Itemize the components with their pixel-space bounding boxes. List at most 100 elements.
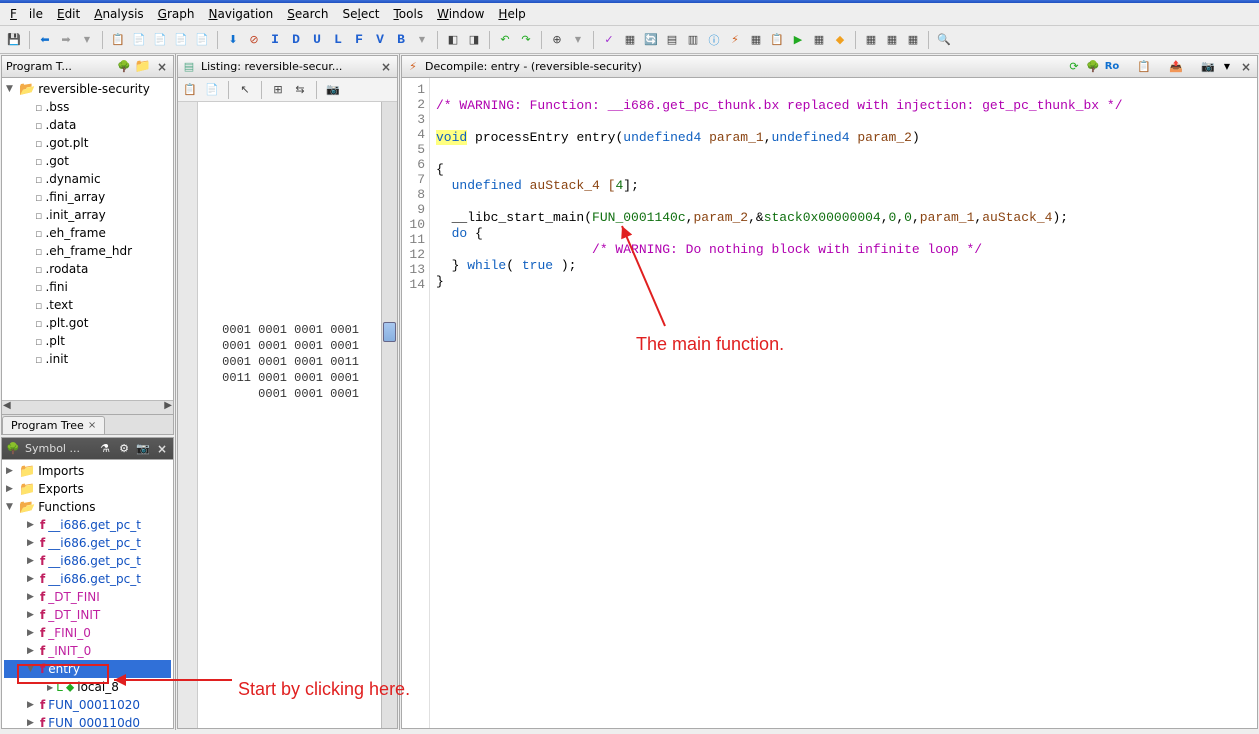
menu-analysis[interactable]: Analysis bbox=[88, 5, 149, 23]
function-node[interactable]: ▶f__i686.get_pc_t bbox=[4, 534, 171, 552]
functions-node[interactable]: ▼📂Functions bbox=[4, 498, 171, 516]
dropdown-icon[interactable]: ▼ bbox=[77, 30, 97, 50]
function-node[interactable]: ▶f__i686.get_pc_t bbox=[4, 516, 171, 534]
wand-icon[interactable]: ✓ bbox=[599, 30, 619, 50]
tool-icon[interactable]: 📋 bbox=[767, 30, 787, 50]
copy-icon[interactable]: 📋 bbox=[1137, 60, 1151, 74]
refresh-icon[interactable]: 🔄 bbox=[641, 30, 661, 50]
type-f-button[interactable]: F bbox=[349, 30, 369, 50]
function-node[interactable]: ▶fFUN_00011020 bbox=[4, 696, 171, 714]
export-icon[interactable]: 📤 bbox=[1169, 60, 1183, 74]
dropdown-icon[interactable]: ▼ bbox=[1220, 60, 1234, 74]
function-node[interactable]: ▶f_DT_INIT bbox=[4, 606, 171, 624]
tree-root[interactable]: ▼📂reversible-security bbox=[4, 80, 171, 98]
close-icon[interactable]: × bbox=[88, 420, 96, 431]
tool-icon[interactable]: ▦ bbox=[620, 30, 640, 50]
diff-icon[interactable]: ⇆ bbox=[290, 80, 310, 100]
close-icon[interactable]: × bbox=[155, 442, 169, 456]
refresh-icon[interactable]: ⟳ bbox=[1067, 60, 1081, 74]
tool-icon[interactable]: ⓘ bbox=[704, 30, 724, 50]
function-node[interactable]: ▶fFUN_000110d0 bbox=[4, 714, 171, 728]
folder-icon[interactable]: 📁 bbox=[136, 60, 150, 74]
tree-section[interactable]: ▫.got bbox=[4, 152, 171, 170]
function-node[interactable]: ▶f__i686.get_pc_t bbox=[4, 570, 171, 588]
menu-help[interactable]: Help bbox=[492, 5, 531, 23]
tool-icon[interactable]: ▥ bbox=[683, 30, 703, 50]
tool-icon[interactable]: 📄 bbox=[150, 30, 170, 50]
scrollbar[interactable] bbox=[2, 400, 173, 414]
play-icon[interactable]: ▶ bbox=[788, 30, 808, 50]
tree-section[interactable]: ▫.bss bbox=[4, 98, 171, 116]
tool-icon[interactable]: ⚡ bbox=[725, 30, 745, 50]
type-d-button[interactable]: D bbox=[286, 30, 306, 50]
tree-section[interactable]: ▫.fini bbox=[4, 278, 171, 296]
dropdown-icon[interactable]: ▼ bbox=[412, 30, 432, 50]
field-icon[interactable]: ⊞ bbox=[268, 80, 288, 100]
tool-icon[interactable]: ⊕ bbox=[547, 30, 567, 50]
tool-icon[interactable]: ◧ bbox=[443, 30, 463, 50]
tool-icon[interactable]: ▦ bbox=[882, 30, 902, 50]
config-icon[interactable]: ⚙ bbox=[117, 442, 131, 456]
tree-section[interactable]: ▫.dynamic bbox=[4, 170, 171, 188]
menu-edit[interactable]: Edit bbox=[51, 5, 86, 23]
paste-icon[interactable]: 📄 bbox=[202, 80, 222, 100]
ro-icon[interactable]: Ro bbox=[1105, 60, 1119, 74]
tree-section[interactable]: ▫.eh_frame bbox=[4, 224, 171, 242]
menu-navigation[interactable]: Navigation bbox=[203, 5, 280, 23]
tree-section[interactable]: ▫.init_array bbox=[4, 206, 171, 224]
scrollbar[interactable] bbox=[381, 102, 397, 728]
tool-icon[interactable]: ▤ bbox=[662, 30, 682, 50]
type-l-button[interactable]: L bbox=[328, 30, 348, 50]
tool-icon[interactable]: ▦ bbox=[746, 30, 766, 50]
diamond-icon[interactable]: ◆ bbox=[830, 30, 850, 50]
decompile-view[interactable]: 1234567891011121314 /* WARNING: Function… bbox=[402, 78, 1257, 728]
function-node[interactable]: ▶f_FINI_0 bbox=[4, 624, 171, 642]
menu-window[interactable]: Window bbox=[431, 5, 490, 23]
menu-tools[interactable]: Tools bbox=[388, 5, 430, 23]
tree-section[interactable]: ▫.text bbox=[4, 296, 171, 314]
listing-content[interactable]: 0001 0001 0001 0001 0001 0001 0001 0001 … bbox=[198, 102, 381, 728]
snapshot-icon[interactable]: 📷 bbox=[1201, 60, 1215, 74]
tool-icon[interactable]: ▦ bbox=[903, 30, 923, 50]
close-icon[interactable]: × bbox=[155, 60, 169, 74]
tool-icon[interactable]: 📋 bbox=[108, 30, 128, 50]
filter-icon[interactable]: ⚗ bbox=[98, 442, 112, 456]
stop-icon[interactable]: ⊘ bbox=[244, 30, 264, 50]
menu-file[interactable]: File bbox=[4, 5, 49, 23]
fwd-icon[interactable]: ➡ bbox=[56, 30, 76, 50]
close-icon[interactable]: × bbox=[379, 60, 393, 74]
function-node[interactable]: ▶f__i686.get_pc_t bbox=[4, 552, 171, 570]
tree-section[interactable]: ▫.plt.got bbox=[4, 314, 171, 332]
tool-icon[interactable]: ▦ bbox=[809, 30, 829, 50]
tool-icon[interactable]: ▦ bbox=[861, 30, 881, 50]
tree-section[interactable]: ▫.fini_array bbox=[4, 188, 171, 206]
snapshot-icon[interactable]: 📷 bbox=[323, 80, 343, 100]
tree-section[interactable]: ▫.rodata bbox=[4, 260, 171, 278]
back-icon[interactable]: ⬅ bbox=[35, 30, 55, 50]
type-i-button[interactable]: I bbox=[265, 30, 285, 50]
function-node[interactable]: ▶f_INIT_0 bbox=[4, 642, 171, 660]
help-icon[interactable]: 🔍 bbox=[934, 30, 954, 50]
type-b-button[interactable]: B bbox=[391, 30, 411, 50]
function-node[interactable]: ▶f_DT_FINI bbox=[4, 588, 171, 606]
dropdown-icon[interactable]: ▼ bbox=[568, 30, 588, 50]
tree-section[interactable]: ▫.plt bbox=[4, 332, 171, 350]
tree-icon[interactable]: 🌳 bbox=[117, 60, 131, 74]
tree-section[interactable]: ▫.got.plt bbox=[4, 134, 171, 152]
cursor-icon[interactable]: ↖ bbox=[235, 80, 255, 100]
tab-program-tree[interactable]: Program Tree× bbox=[2, 416, 105, 434]
tree-section[interactable]: ▫.data bbox=[4, 116, 171, 134]
copy-icon[interactable]: 📋 bbox=[180, 80, 200, 100]
camera-icon[interactable]: 📷 bbox=[136, 442, 150, 456]
menu-graph[interactable]: Graph bbox=[152, 5, 201, 23]
tool-icon[interactable]: 📄 bbox=[192, 30, 212, 50]
exports-node[interactable]: ▶📁Exports bbox=[4, 480, 171, 498]
type-u-button[interactable]: U bbox=[307, 30, 327, 50]
program-tree[interactable]: ▼📂reversible-security ▫.bss▫.data▫.got.p… bbox=[2, 78, 173, 370]
undo-icon[interactable]: ↶ bbox=[495, 30, 515, 50]
redo-icon[interactable]: ↷ bbox=[516, 30, 536, 50]
tool-icon[interactable]: ◨ bbox=[464, 30, 484, 50]
close-icon[interactable]: × bbox=[1239, 60, 1253, 74]
imports-node[interactable]: ▶📁Imports bbox=[4, 462, 171, 480]
save-icon[interactable]: 💾 bbox=[4, 30, 24, 50]
